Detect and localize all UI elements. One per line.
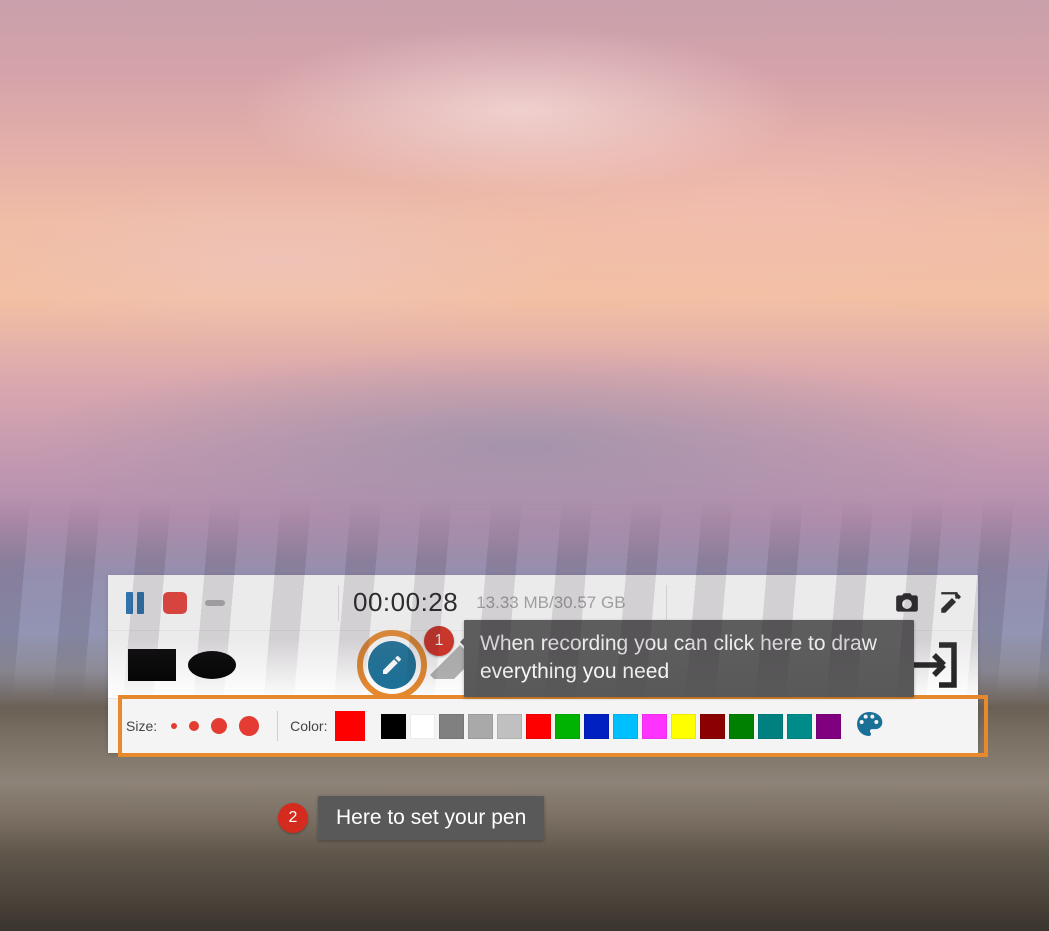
color-swatch-9[interactable] xyxy=(642,714,667,739)
pause-icon xyxy=(126,592,144,614)
current-color xyxy=(335,711,365,741)
stop-icon xyxy=(163,592,187,614)
color-swatch-15[interactable] xyxy=(816,714,841,739)
callout-tip-2: Here to set your pen xyxy=(318,796,544,840)
size-option-s[interactable] xyxy=(189,721,199,731)
palette-icon xyxy=(853,708,885,740)
color-swatch-4[interactable] xyxy=(497,714,522,739)
line-tool[interactable] xyxy=(242,637,302,693)
color-swatch-7[interactable] xyxy=(584,714,609,739)
color-swatch-6[interactable] xyxy=(555,714,580,739)
color-swatch-3[interactable] xyxy=(468,714,493,739)
callout-badge-2: 2 xyxy=(278,803,308,833)
minimize-icon xyxy=(205,600,225,606)
color-swatch-2[interactable] xyxy=(439,714,464,739)
timer-display: 00:00:28 xyxy=(353,587,458,618)
pen-settings-row: Size: Color: xyxy=(108,698,978,753)
callout-2: 2 Here to set your pen xyxy=(278,796,544,840)
ellipse-tool[interactable] xyxy=(182,637,242,693)
color-label: Color: xyxy=(290,718,327,734)
screenshot-button[interactable] xyxy=(894,590,920,616)
separator xyxy=(277,711,278,741)
custom-color-button[interactable] xyxy=(845,708,885,745)
color-swatch-0[interactable] xyxy=(381,714,406,739)
rectangle-icon xyxy=(122,643,182,687)
pen-button-circle xyxy=(368,641,416,689)
file-size-display: 13.33 MB/30.57 GB xyxy=(476,593,625,613)
line-icon xyxy=(242,643,302,687)
color-swatches xyxy=(381,714,845,739)
pause-button[interactable] xyxy=(122,590,148,616)
stop-button[interactable] xyxy=(162,590,188,616)
minimize-button[interactable] xyxy=(202,590,228,616)
color-swatch-1[interactable] xyxy=(410,714,435,739)
note-edit-icon xyxy=(938,590,964,616)
color-swatch-10[interactable] xyxy=(671,714,696,739)
pencil-icon xyxy=(380,653,404,677)
color-swatch-12[interactable] xyxy=(729,714,754,739)
callout-badge-1: 1 xyxy=(424,626,454,656)
separator xyxy=(338,585,339,621)
arrow-icon xyxy=(302,643,362,687)
color-swatch-13[interactable] xyxy=(758,714,783,739)
size-option-l[interactable] xyxy=(239,716,259,736)
callout-tip-1: When recording you can click here to dra… xyxy=(464,620,914,697)
size-option-xs[interactable] xyxy=(171,723,177,729)
size-option-m[interactable] xyxy=(211,718,227,734)
arrow-tool[interactable] xyxy=(302,637,362,693)
pen-tool[interactable] xyxy=(362,637,422,693)
callout-1: 1 When recording you can click here to d… xyxy=(424,620,914,697)
camera-icon xyxy=(894,590,920,616)
color-swatch-14[interactable] xyxy=(787,714,812,739)
ellipse-icon xyxy=(182,643,242,687)
edit-button[interactable] xyxy=(938,590,964,616)
color-swatch-5[interactable] xyxy=(526,714,551,739)
color-swatch-8[interactable] xyxy=(613,714,638,739)
desktop-background: 00:00:28 13.33 MB/30.57 GB xyxy=(0,0,1049,931)
color-swatch-11[interactable] xyxy=(700,714,725,739)
rectangle-tool[interactable] xyxy=(122,637,182,693)
size-label: Size: xyxy=(126,718,157,734)
separator xyxy=(666,585,667,621)
